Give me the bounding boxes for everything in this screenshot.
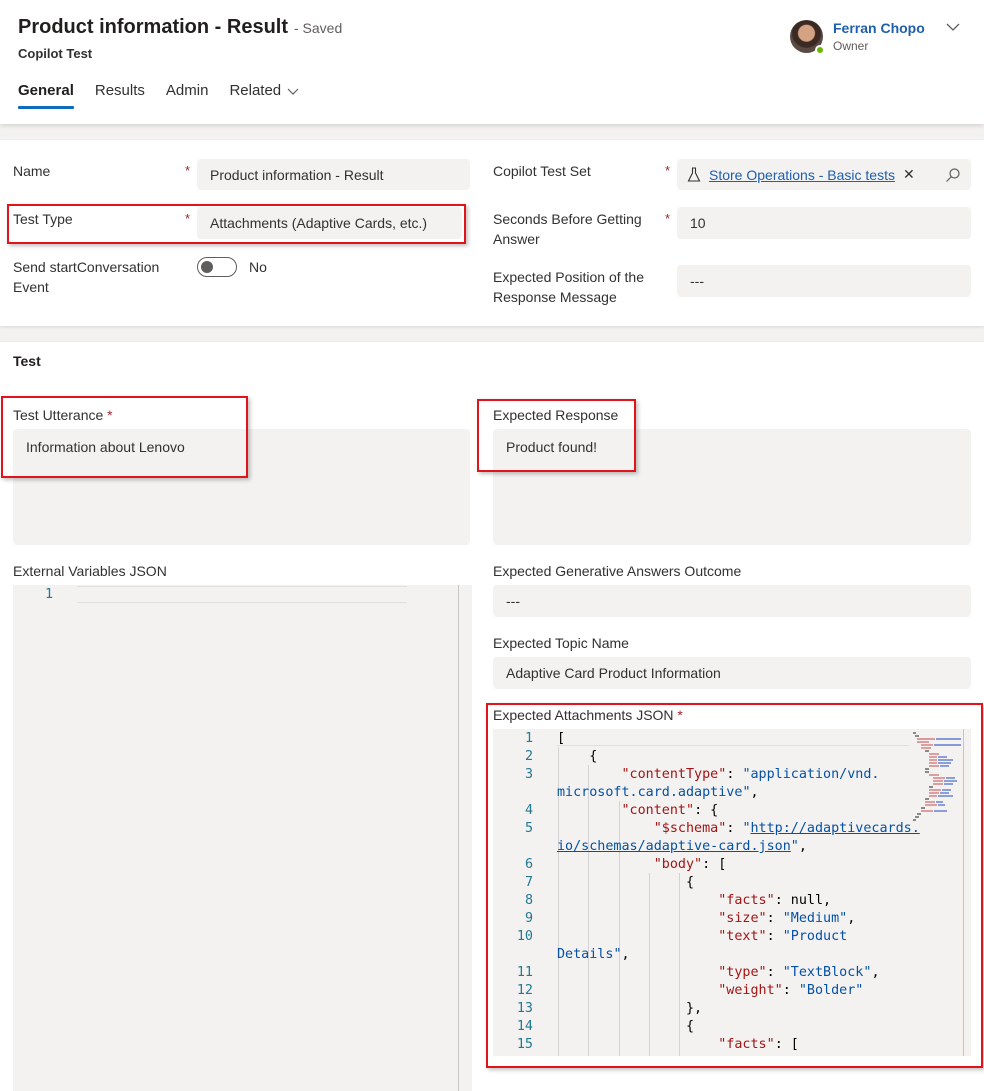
owner-role: Owner [833, 39, 869, 53]
tab-results-label: Results [94, 82, 145, 99]
current-line-highlight [77, 586, 407, 603]
seconds-value: 10 [690, 215, 706, 231]
entity-name: Copilot Test [18, 46, 93, 61]
send-start-value: No [249, 259, 267, 275]
send-start-label-line1: Send startConversation [13, 259, 160, 275]
section-title: Test [13, 353, 41, 369]
position-label-line1: Expected Position of the [493, 269, 644, 285]
name-field[interactable]: Product information - Result [197, 159, 470, 190]
position-value: --- [690, 273, 704, 289]
highlight-box [1, 396, 248, 478]
tab-admin[interactable]: Admin [166, 82, 209, 109]
test-set-tag[interactable]: Store Operations - Basic tests ✕ [687, 166, 915, 183]
presence-indicator [815, 45, 825, 55]
tab-results[interactable]: Results [95, 82, 145, 109]
send-start-label-line2: Event [13, 279, 49, 295]
name-label: Name [13, 163, 51, 179]
toggle-knob [201, 261, 213, 273]
tab-admin-label: Admin [165, 82, 209, 99]
tab-general-label: General [18, 82, 74, 99]
search-icon[interactable] [945, 167, 961, 183]
owner-text: Ferran Chopo Owner [833, 20, 925, 53]
gen-answers-value: --- [506, 593, 520, 609]
seconds-field[interactable]: 10 [677, 207, 971, 239]
seconds-label-line2: Answer [493, 231, 540, 247]
seconds-label: Seconds Before Getting Answer [493, 209, 642, 249]
name-value: Product information - Result [210, 166, 384, 183]
save-status: - Saved [294, 20, 343, 36]
record-header: Product information - Result - Saved Cop… [0, 0, 984, 124]
position-field[interactable]: --- [677, 265, 971, 297]
required-mark: * [185, 163, 191, 178]
test-set-link[interactable]: Store Operations - Basic tests [709, 167, 895, 183]
owner-name[interactable]: Ferran Chopo [833, 20, 925, 36]
required-mark: * [665, 163, 671, 178]
highlight-box [7, 204, 466, 244]
position-label-line2: Response Message [493, 289, 617, 305]
test-set-lookup[interactable]: Store Operations - Basic tests ✕ [677, 159, 971, 190]
tab-bar: General Results Admin Related [18, 82, 320, 109]
send-start-toggle[interactable] [197, 257, 237, 277]
seconds-label-line1: Seconds Before Getting [493, 211, 642, 227]
avatar[interactable] [790, 20, 825, 55]
flask-icon [687, 166, 701, 182]
highlight-box [477, 399, 636, 472]
required-mark: * [665, 211, 671, 226]
line-number: 1 [44, 587, 53, 602]
test-set-label: Copilot Test Set [493, 163, 591, 179]
topic-label: Expected Topic Name [493, 635, 629, 651]
close-icon[interactable]: ✕ [903, 166, 915, 183]
tab-general[interactable]: General [18, 82, 74, 109]
highlight-box [486, 703, 983, 1068]
topic-field[interactable]: Adaptive Card Product Information [493, 657, 971, 689]
title-row: Product information - Result - Saved [18, 16, 342, 39]
external-vars-editor[interactable]: 1 [13, 585, 472, 1091]
page-title: Product information - Result [18, 16, 288, 38]
editor-scrollbar[interactable] [458, 585, 459, 1091]
position-label: Expected Position of the Response Message [493, 267, 644, 307]
topic-value: Adaptive Card Product Information [506, 665, 721, 681]
send-start-label: Send startConversation Event [13, 257, 159, 297]
gen-answers-field[interactable]: --- [493, 585, 971, 617]
external-vars-label: External Variables JSON [13, 563, 167, 579]
tab-related-label: Related [229, 82, 282, 99]
tab-related[interactable]: Related [229, 82, 299, 109]
owner-card[interactable]: Ferran Chopo Owner [790, 20, 925, 55]
chevron-down-icon [287, 88, 299, 95]
chevron-down-icon[interactable] [946, 20, 960, 34]
gen-answers-label: Expected Generative Answers Outcome [493, 563, 742, 579]
